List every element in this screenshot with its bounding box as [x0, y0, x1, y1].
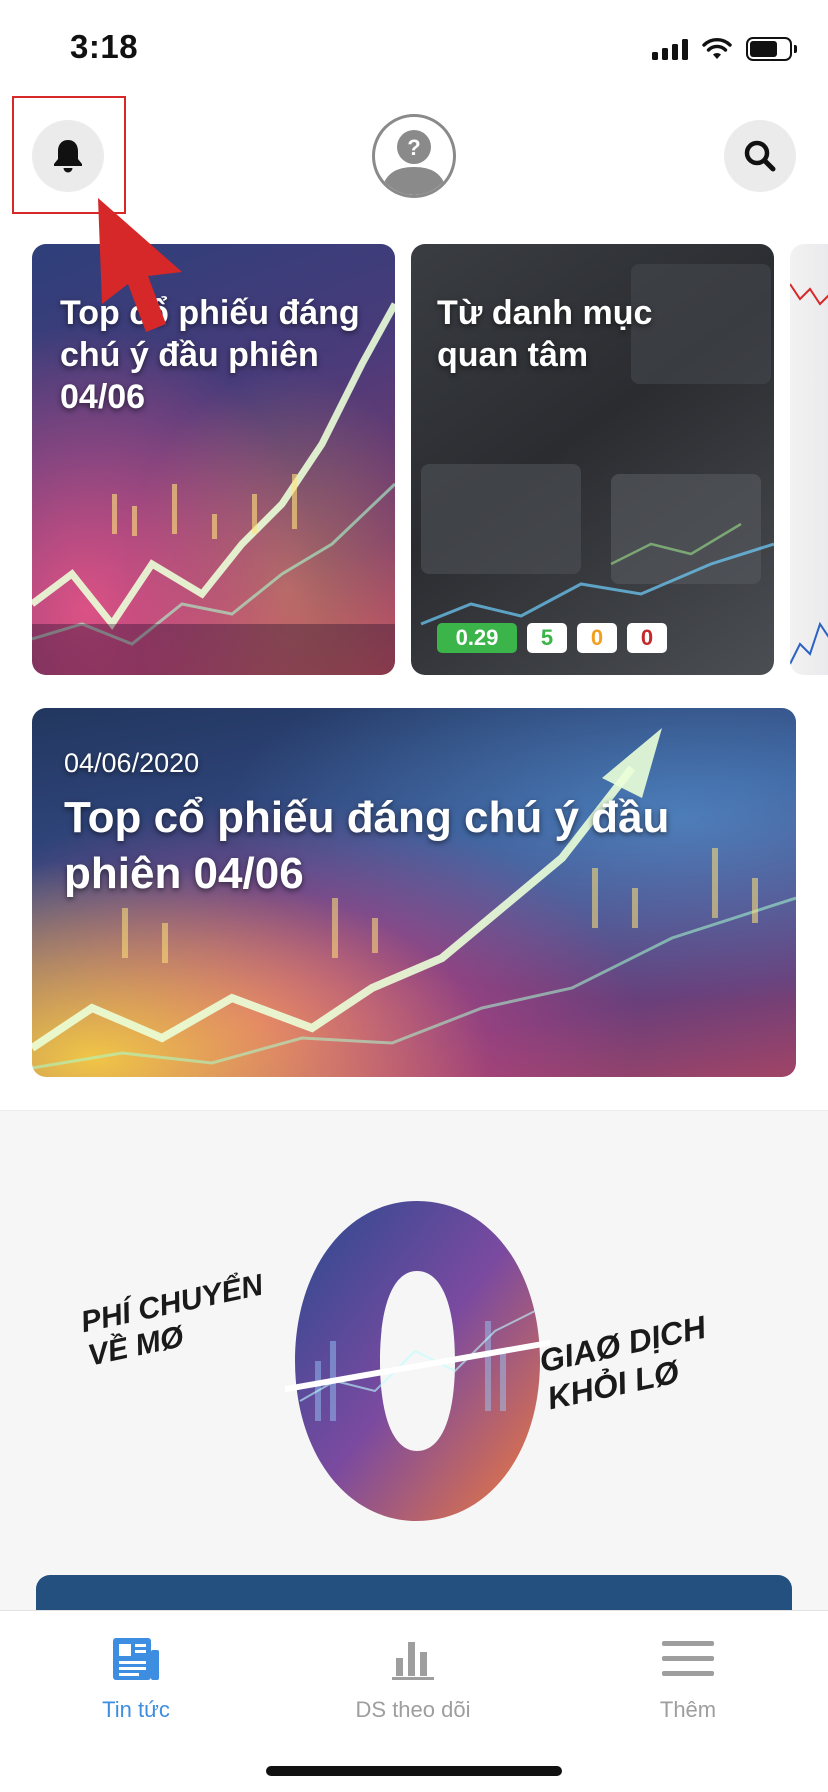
news-card-top-stocks[interactable]: Top cổ phiếu đáng chú ý đầu phiên 04/06: [32, 244, 395, 675]
down-count-badge: 0: [627, 623, 667, 653]
tab-more[interactable]: Thêm: [588, 1631, 788, 1723]
tab-label: Thêm: [659, 1697, 717, 1722]
chart-image: [790, 283, 828, 665]
tab-bar: Tin tức DS theo dõi Thêm: [0, 1610, 828, 1792]
card-title: Top cổ phiếu đáng chú ý đầu phiên 04/06: [64, 793, 670, 898]
user-placeholder-icon: ?: [381, 130, 447, 195]
card-title: Từ danh mục quan tâm: [437, 294, 653, 374]
newspaper-icon: [108, 1631, 164, 1687]
tab-news[interactable]: Tin tức: [36, 1631, 236, 1723]
battery-icon: [746, 37, 797, 61]
cellular-signal-icon: [652, 38, 688, 60]
featured-news-card[interactable]: 04/06/2020 Top cổ phiếu đáng chú ý đầu p…: [32, 708, 796, 1077]
pointer-arrow-icon: [98, 198, 182, 332]
wifi-icon: [702, 38, 732, 59]
search-icon: [744, 140, 776, 172]
home-indicator[interactable]: [266, 1766, 562, 1776]
tab-watchlist[interactable]: DS theo dõi: [313, 1631, 513, 1723]
search-button[interactable]: [724, 120, 796, 192]
zero-graphic: [285, 1201, 550, 1521]
score-badge: 0.29: [437, 623, 517, 653]
badge-group: 0.29 5 0 0: [437, 623, 667, 653]
up-count-badge: 5: [527, 623, 567, 653]
news-card-watchlist[interactable]: Từ danh mục quan tâm 0.29 5 0 0: [411, 244, 774, 675]
unchanged-count-badge: 0: [577, 623, 617, 653]
promo-left-text: PHÍ CHUYỂN VỀ MØ: [78, 1268, 266, 1373]
promo-banner[interactable]: PHÍ CHUYỂN VỀ MØ GIAØ DỊCH KHỎI LØ: [0, 1110, 828, 1635]
menu-icon: [660, 1631, 716, 1687]
status-time: 3:18: [70, 28, 139, 65]
status-bar: 3:18: [0, 0, 828, 96]
status-icons: [652, 36, 797, 62]
tab-label: Tin tức: [102, 1697, 170, 1722]
card-date: 04/06/2020: [64, 748, 200, 778]
tab-label: DS theo dõi: [355, 1697, 471, 1722]
svg-text:?: ?: [407, 135, 420, 160]
bar-chart-icon: [385, 1631, 441, 1687]
promo-right-text: GIAØ DỊCH KHỎI LØ: [536, 1308, 709, 1417]
avatar[interactable]: ?: [372, 114, 456, 198]
news-card-partial[interactable]: [790, 244, 828, 675]
